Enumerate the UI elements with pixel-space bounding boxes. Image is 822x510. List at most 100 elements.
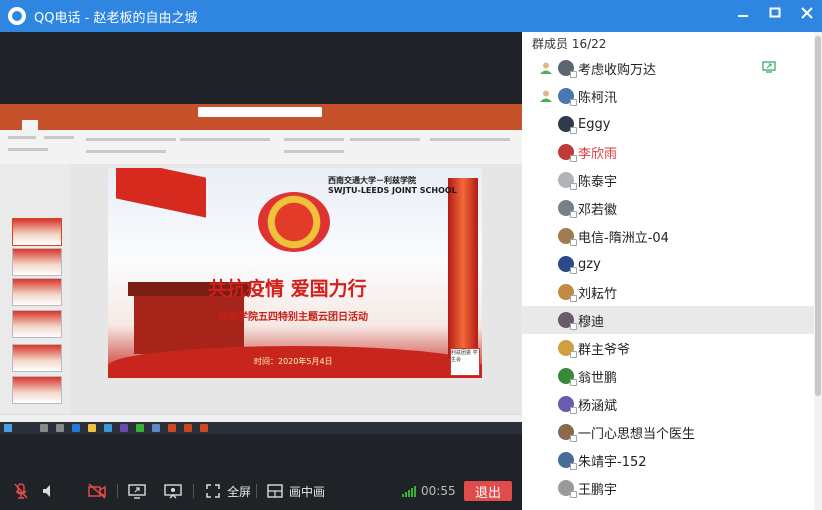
- avatar: [558, 452, 577, 470]
- member-status-slot: [536, 452, 556, 468]
- signal-strength-icon: [402, 485, 416, 497]
- member-row[interactable]: gzy: [522, 250, 814, 278]
- member-row[interactable]: 一门心思想当个医生: [522, 418, 814, 446]
- call-timer: 00:55: [421, 484, 456, 498]
- member-row[interactable]: Eggy: [522, 110, 814, 138]
- avatar: [558, 480, 577, 498]
- member-status-slot: [536, 312, 556, 328]
- member-row[interactable]: 群主爷爷: [522, 334, 814, 362]
- member-name: 翁世鹏: [578, 370, 618, 386]
- avatar: [558, 200, 577, 218]
- minimize-icon: [738, 15, 748, 17]
- member-row[interactable]: 穆迪: [522, 306, 814, 334]
- ppt-ribbon: [0, 130, 522, 165]
- member-row[interactable]: 电信-隋洲立-04: [522, 222, 814, 250]
- slide-headline: 共抗疫情 爱国力行: [208, 278, 367, 300]
- ppt-slide-thumbnails: [0, 164, 70, 414]
- speaker-icon: [40, 482, 58, 500]
- member-row[interactable]: 翁世鹏: [522, 362, 814, 390]
- avatar: [558, 424, 577, 442]
- member-status-slot: [536, 172, 556, 188]
- school-name: 西南交通大学－利兹学院 SWJTU-LEEDS JOINT SCHOOL: [328, 176, 457, 196]
- member-row[interactable]: 杨涵斌: [522, 390, 814, 418]
- fullscreen-icon: [204, 482, 222, 500]
- avatar: [558, 144, 577, 162]
- minimize-button[interactable]: [736, 6, 750, 24]
- school-name-en: SWJTU-LEEDS JOINT SCHOOL: [328, 186, 457, 195]
- avatar: [558, 312, 577, 330]
- mute-mic-button[interactable]: [12, 472, 30, 510]
- corner-badge: 利兹团委 学生会: [450, 348, 480, 376]
- member-name: 杨涵斌: [578, 398, 618, 414]
- member-count-header: 群成员 16/22: [532, 36, 607, 51]
- avatar: [558, 396, 577, 414]
- exit-call-button[interactable]: 退出: [464, 481, 512, 501]
- maximize-icon: [769, 7, 781, 18]
- member-status-slot: [536, 144, 556, 160]
- member-list: 考虑收购万达陈柯汛 Eggy 李欣雨陈泰宇邓若徽电信-隋洲立-04 gzy 刘耘竹穆迪群…: [522, 54, 814, 502]
- avatar: [558, 88, 577, 106]
- member-status-slot: [536, 340, 556, 356]
- member-status-slot: [536, 256, 556, 272]
- close-icon: [801, 7, 813, 19]
- member-name: 电信-隋洲立-04: [578, 230, 669, 246]
- member-name: Eggy: [578, 116, 611, 132]
- member-name: 陈泰宇: [578, 174, 618, 190]
- presenter-button[interactable]: [164, 472, 182, 510]
- avatar: [558, 256, 577, 274]
- pip-button[interactable]: 画中画: [266, 472, 325, 510]
- close-button[interactable]: [800, 6, 814, 24]
- member-status-slot: [536, 228, 556, 244]
- avatar: [558, 284, 577, 302]
- shared-screen[interactable]: 西南交通大学－利兹学院 SWJTU-LEEDS JOINT SCHOOL 共抗疫…: [0, 104, 522, 434]
- video-area: 西南交通大学－利兹学院 SWJTU-LEEDS JOINT SCHOOL 共抗疫…: [0, 32, 522, 472]
- member-row[interactable]: 考虑收购万达: [522, 54, 814, 82]
- member-row[interactable]: 李欣雨: [522, 138, 814, 166]
- member-status-slot: [536, 284, 556, 300]
- picture-in-picture-icon: [266, 482, 284, 500]
- member-name: 群主爷爷: [578, 342, 631, 358]
- member-row[interactable]: 朱靖宇-152: [522, 446, 814, 474]
- screen-share-button[interactable]: [128, 472, 146, 510]
- member-row[interactable]: 陈泰宇: [522, 166, 814, 194]
- call-toolbar: 全屏 画中画 00:55 退出: [0, 472, 522, 510]
- member-row[interactable]: 刘耘竹: [522, 278, 814, 306]
- member-row[interactable]: 邓若徽: [522, 194, 814, 222]
- presenter-icon: [164, 482, 182, 500]
- call-status: 00:55: [402, 472, 456, 510]
- maximize-button[interactable]: [768, 6, 782, 24]
- title-bar: QQ电话 - 赵老板的自由之城: [0, 0, 822, 32]
- avatar: [558, 172, 577, 190]
- member-name: 邓若徽: [578, 202, 618, 218]
- fullscreen-button[interactable]: 全屏: [204, 472, 251, 510]
- sharing-screen-icon: [762, 61, 776, 73]
- member-name: gzy: [578, 256, 601, 272]
- member-list-scrollbar[interactable]: [814, 32, 822, 510]
- member-name: 考虑收购万达: [578, 62, 657, 78]
- member-name: 王鹏宇: [578, 482, 618, 498]
- member-row[interactable]: 王鹏宇: [522, 474, 814, 502]
- member-status-slot: [536, 396, 556, 412]
- mic-muted-icon: [12, 482, 30, 500]
- speaking-user-icon: [536, 88, 556, 104]
- camera-off-icon: [88, 482, 106, 500]
- avatar: [558, 228, 577, 246]
- member-panel: 群成员 16/22 考虑收购万达陈柯汛 Eggy 李欣雨陈泰宇邓若徽电信-隋洲立-0…: [522, 32, 822, 510]
- member-name: 一门心思想当个医生: [578, 426, 696, 442]
- slide-subtitle: 利兹学院五四特别主题云团日活动: [218, 312, 368, 323]
- member-status-slot: [536, 368, 556, 384]
- flag-graphic: [116, 168, 206, 218]
- ppt-canvas: 西南交通大学－利兹学院 SWJTU-LEEDS JOINT SCHOOL 共抗疫…: [70, 164, 522, 414]
- speaking-user-icon: [536, 60, 556, 76]
- member-name: 穆迪: [578, 314, 605, 330]
- emblem-graphic: [258, 192, 330, 252]
- window-title: QQ电话 - 赵老板的自由之城: [34, 10, 198, 26]
- ppt-ribbon-tabs: [0, 120, 522, 130]
- member-name: 朱靖宇-152: [578, 454, 647, 470]
- windows-taskbar: [0, 422, 522, 434]
- member-status-slot: [536, 424, 556, 440]
- speaker-button[interactable]: [40, 472, 58, 510]
- camera-button[interactable]: [88, 472, 106, 510]
- member-row[interactable]: 陈柯汛: [522, 82, 814, 110]
- qq-logo-icon: [8, 7, 26, 25]
